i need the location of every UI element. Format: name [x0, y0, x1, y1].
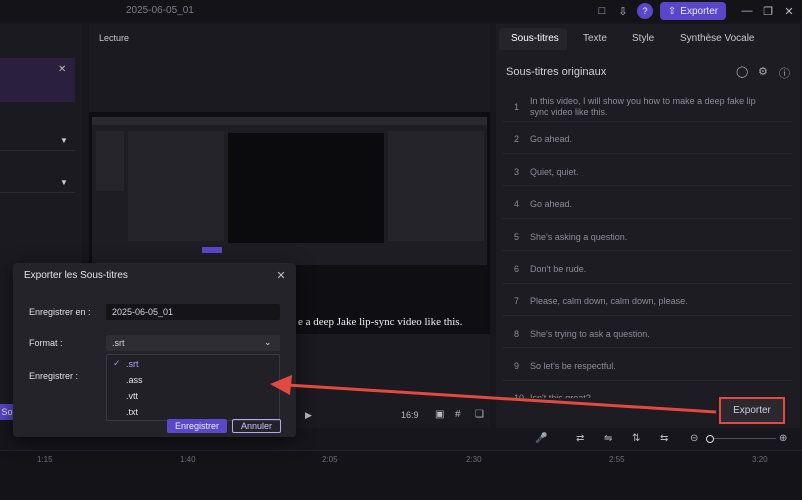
- annotation-arrow: [270, 375, 717, 414]
